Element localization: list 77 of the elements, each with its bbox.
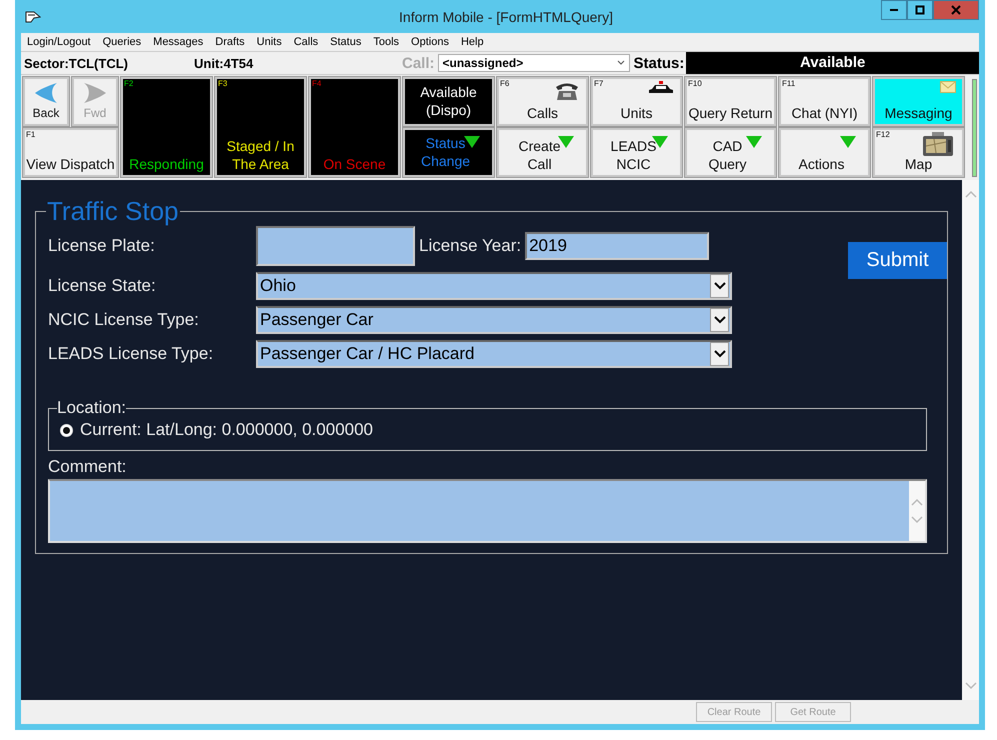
menu-item[interactable]: Status bbox=[330, 36, 362, 48]
field-label: License Year: bbox=[419, 236, 522, 256]
back-button[interactable]: Back bbox=[23, 77, 69, 126]
field-label: LEADS License Type: bbox=[48, 344, 214, 364]
call-dropdown[interactable]: <unassigned> bbox=[438, 54, 630, 72]
submit-button[interactable]: Submit bbox=[848, 242, 947, 279]
menu-item[interactable]: Help bbox=[460, 36, 484, 48]
select-field[interactable]: Passenger Car bbox=[256, 306, 732, 334]
dropdown-triangle-icon bbox=[464, 136, 480, 148]
forward-arrow-icon bbox=[82, 82, 108, 104]
license-year-field[interactable]: 2019 bbox=[525, 232, 710, 260]
scroll-up-icon bbox=[911, 498, 923, 506]
call-label: Call: bbox=[402, 54, 435, 72]
chevron-down-icon bbox=[616, 60, 625, 66]
radio-label[interactable]: Current: Lat/Long: 0.000000, 0.000000 bbox=[80, 420, 374, 440]
status-tile[interactable]: F4 On Scene bbox=[309, 77, 400, 177]
unit-label: Unit:4T54 bbox=[194, 56, 254, 70]
status-tile[interactable]: F2 Responding bbox=[121, 77, 212, 177]
toolbar-button[interactable]: Available (Dispo) bbox=[403, 77, 494, 126]
menu-item[interactable]: Units bbox=[256, 36, 282, 48]
app-icon bbox=[25, 10, 41, 24]
close-button[interactable] bbox=[933, 0, 979, 20]
view-dispatch-button[interactable]: F1 View Dispatch bbox=[23, 128, 118, 177]
toolbar-button[interactable]: Create Call bbox=[497, 128, 588, 177]
chevron-down-icon bbox=[714, 282, 726, 290]
toolbar-button[interactable]: F12 Map bbox=[873, 128, 964, 177]
status-tile[interactable]: F3 Staged / In The Area bbox=[215, 77, 306, 177]
police-car-icon bbox=[648, 81, 674, 95]
chevron-down-icon bbox=[714, 350, 726, 358]
field-label: Comment: bbox=[48, 457, 128, 477]
minimize-button[interactable] bbox=[881, 0, 907, 20]
close-icon bbox=[951, 5, 961, 15]
status-label: Status: bbox=[634, 54, 684, 72]
maximize-icon bbox=[915, 5, 925, 15]
dropdown-triangle-icon bbox=[558, 136, 574, 148]
menu-item[interactable]: Messages bbox=[153, 36, 204, 48]
toolbar-button[interactable]: Messaging bbox=[873, 77, 964, 126]
toolbar-button[interactable]: Actions bbox=[779, 128, 870, 177]
field-label: NCIC License Type: bbox=[48, 310, 200, 330]
select-field[interactable]: Ohio bbox=[256, 272, 732, 300]
toolbar-button[interactable]: F10 Query Return bbox=[685, 77, 776, 126]
menu-item[interactable]: Drafts bbox=[215, 36, 245, 48]
radio-button[interactable] bbox=[61, 424, 72, 436]
menu-item[interactable]: Tools bbox=[373, 36, 400, 48]
minimize-icon bbox=[890, 9, 898, 11]
menu-item[interactable]: Queries bbox=[102, 36, 142, 48]
scroll-down-icon bbox=[911, 516, 923, 524]
dropdown-triangle-icon bbox=[840, 136, 856, 148]
toolbar-button[interactable]: F11 Chat (NYI) bbox=[779, 77, 870, 126]
license-plate-field[interactable] bbox=[256, 226, 415, 266]
dropdown-triangle-icon bbox=[746, 136, 762, 148]
toolbar-button[interactable]: F7 Units bbox=[591, 77, 682, 126]
maximize-button[interactable] bbox=[907, 0, 933, 20]
toolbar-button[interactable]: F6 Calls bbox=[497, 77, 588, 126]
back-arrow-icon bbox=[33, 82, 59, 104]
envelope-icon bbox=[940, 81, 956, 93]
toolbar-button[interactable]: CAD Query bbox=[685, 128, 776, 177]
field-label: License Plate: bbox=[48, 236, 156, 256]
menu-item[interactable]: Login/Logout bbox=[27, 36, 91, 48]
scroll-up-icon bbox=[964, 190, 976, 198]
scroll-down-icon bbox=[964, 682, 976, 690]
scrollbar[interactable] bbox=[962, 180, 979, 700]
select-field[interactable]: Passenger Car / HC Placard bbox=[256, 340, 732, 368]
toolbar-button[interactable]: Status Change bbox=[403, 128, 494, 177]
toolbar-button[interactable]: LEADS NCIC bbox=[591, 128, 682, 177]
comment-field[interactable] bbox=[48, 479, 927, 543]
chevron-down-icon bbox=[714, 316, 726, 324]
group-label: Location: bbox=[57, 398, 126, 418]
window-title: Inform Mobile - [FormHTMLQuery] bbox=[398, 8, 614, 24]
menu-item[interactable]: Calls bbox=[294, 36, 318, 48]
form-title: Traffic Stop bbox=[46, 198, 180, 224]
gps-device-icon bbox=[922, 132, 956, 158]
telephone-icon bbox=[554, 81, 580, 101]
field-label: License State: bbox=[48, 276, 157, 296]
sector-label: Sector:TCL(TCL) bbox=[23, 56, 129, 70]
menu-item[interactable]: Options bbox=[411, 36, 449, 48]
status-value: Available bbox=[686, 52, 979, 74]
